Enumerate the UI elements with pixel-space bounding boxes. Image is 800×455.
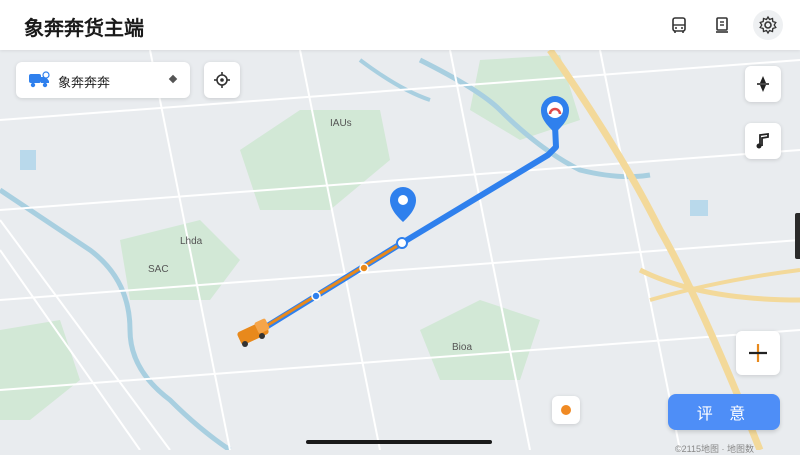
bus-icon[interactable] [667, 13, 691, 37]
confirm-button[interactable]: 评 意 [668, 394, 780, 430]
locate-icon [749, 344, 767, 362]
locate-dot-icon [561, 405, 571, 415]
music-button[interactable] [745, 123, 781, 159]
music-icon [756, 132, 769, 149]
dropdown-indicator-icon [168, 74, 178, 84]
side-drawer-handle[interactable] [795, 213, 800, 259]
home-indicator [306, 440, 492, 444]
vehicle-name: 象奔奔奔 [58, 75, 111, 90]
vehicle-selector[interactable]: 象奔奔奔 [16, 62, 190, 98]
map-label: SAC [148, 264, 169, 275]
document-icon[interactable] [710, 13, 734, 37]
locate-dot-button[interactable] [552, 396, 580, 424]
map-label: Lhda [180, 236, 203, 247]
map-attribution: ©2115地图 · 地图数 [675, 444, 754, 454]
crosshair-icon [214, 72, 230, 88]
gear-icon[interactable] [753, 10, 783, 40]
locate-button[interactable] [736, 331, 780, 375]
location-target-button[interactable] [204, 62, 240, 98]
compass-icon [757, 76, 769, 92]
map-label: IAUs [330, 118, 352, 129]
map-label: Bioa [452, 342, 472, 353]
app-header: 象奔奔货主端 [0, 0, 800, 50]
page-title: 象奔奔货主端 [24, 18, 144, 40]
truck-icon [28, 71, 50, 94]
compass-button[interactable] [745, 66, 781, 102]
